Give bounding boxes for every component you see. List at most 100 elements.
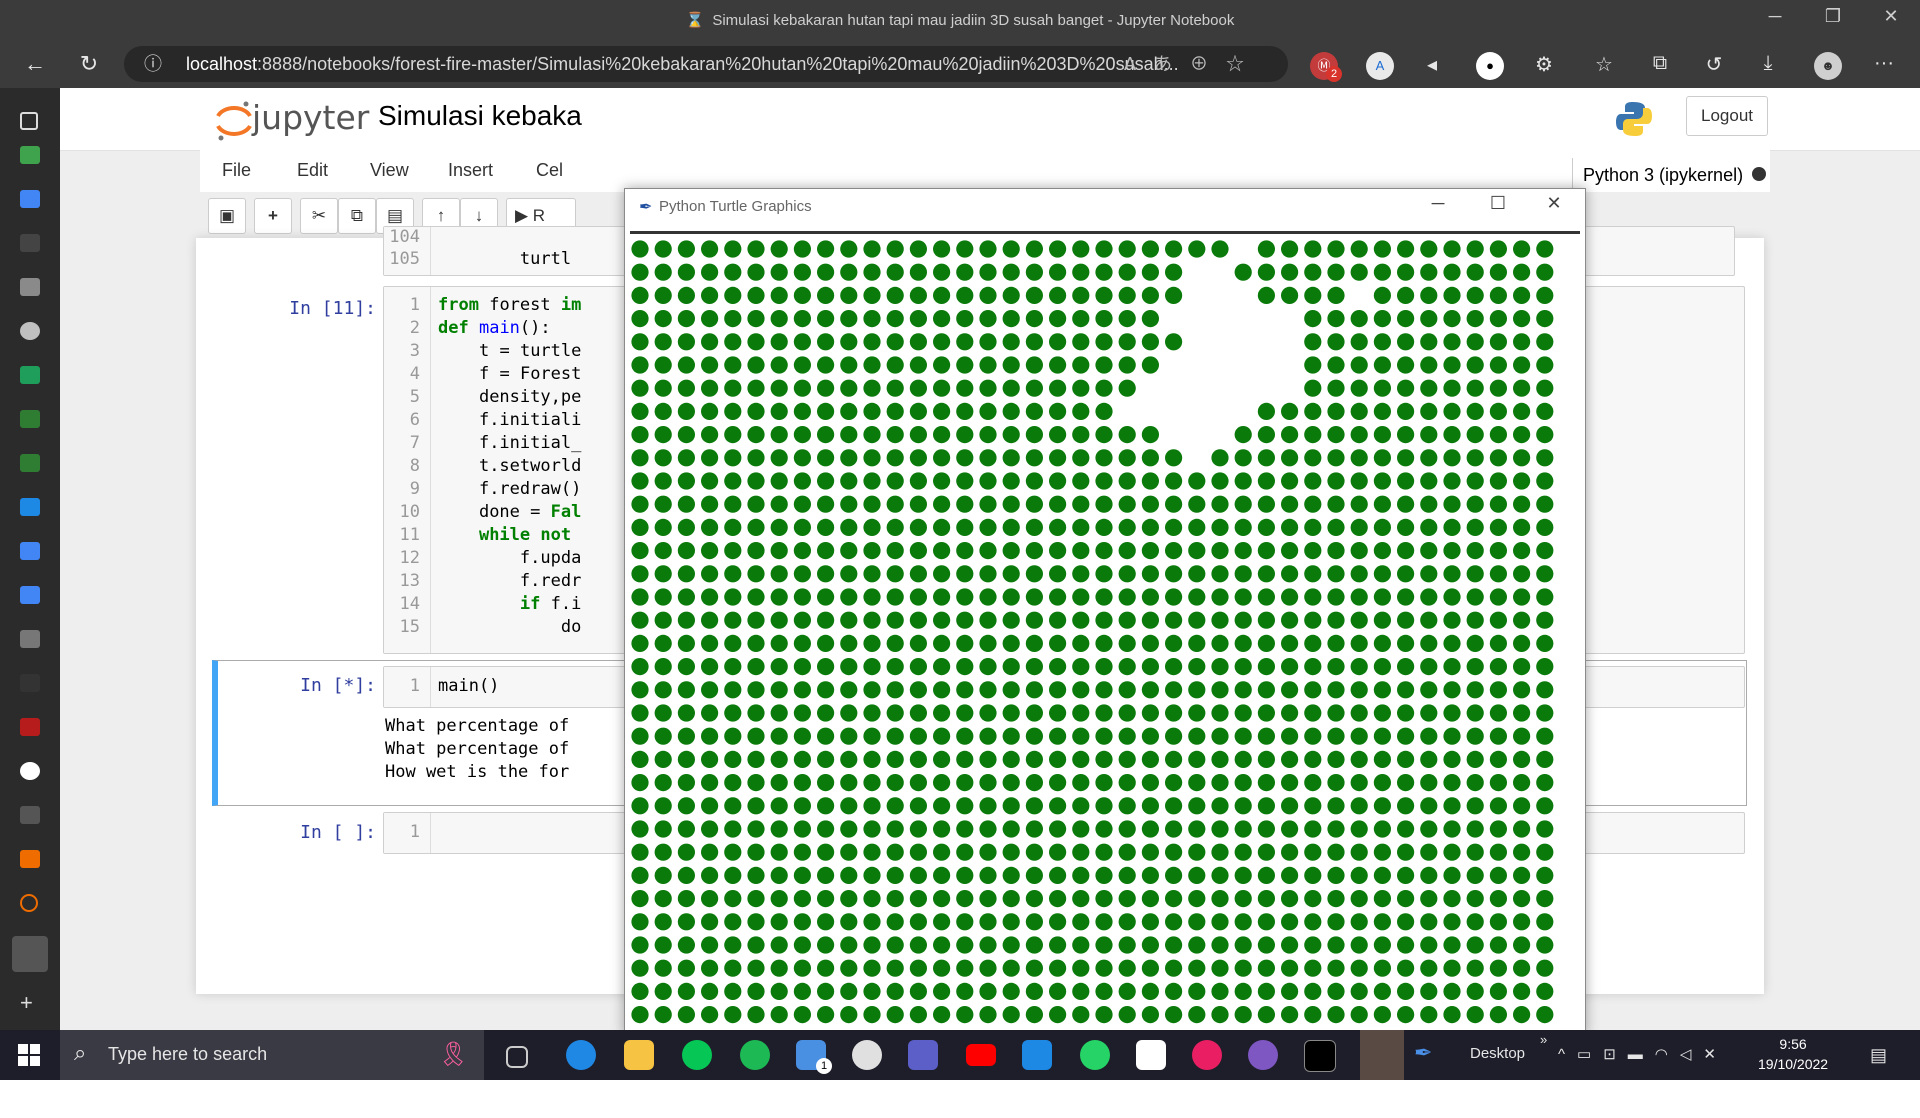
app-icon[interactable] <box>1136 1040 1166 1070</box>
taskbar-search[interactable]: ⌕ Type here to search 🎗 <box>60 1030 484 1080</box>
tool-icon[interactable] <box>20 630 40 648</box>
tree-cell <box>1234 913 1252 931</box>
google-icon[interactable] <box>20 762 40 780</box>
back-icon[interactable]: ← <box>18 48 52 80</box>
pdf-icon[interactable] <box>20 718 40 736</box>
turtle-close-button[interactable]: ✕ <box>1531 193 1577 214</box>
feather-task-icon[interactable]: ✒ <box>1414 1040 1444 1070</box>
app-icon[interactable] <box>20 674 40 692</box>
teams-icon[interactable] <box>908 1040 938 1070</box>
spotify-icon[interactable] <box>740 1040 770 1070</box>
line-icon[interactable] <box>682 1040 712 1070</box>
turtle-maximize-button[interactable]: ☐ <box>1475 193 1521 214</box>
drive-icon[interactable] <box>20 410 40 428</box>
turtle-minimize-button[interactable]: ─ <box>1415 193 1461 214</box>
notebook-title[interactable]: Simulasi kebaka <box>378 100 582 132</box>
chat-icon[interactable] <box>1248 1040 1278 1070</box>
app-icon[interactable] <box>852 1040 882 1070</box>
edge-icon[interactable] <box>566 1040 596 1070</box>
profile-avatar[interactable]: ☻ <box>1814 52 1842 80</box>
drive-icon[interactable] <box>20 454 40 472</box>
calendar-icon[interactable] <box>1022 1040 1052 1070</box>
url-text[interactable]: localhost:8888/notebooks/forest-fire-mas… <box>186 46 1186 82</box>
tree-cell <box>1466 820 1484 838</box>
task-view-icon[interactable] <box>506 1046 528 1068</box>
tree-cell <box>979 310 997 328</box>
tree-cell <box>1327 542 1345 560</box>
turtle-graphics-window[interactable]: ✒ Python Turtle Graphics ─ ☐ ✕ <box>624 188 1586 1036</box>
tree-cell <box>1327 634 1345 652</box>
windows-start-icon[interactable] <box>18 1044 40 1066</box>
address-bar[interactable]: ⓘ localhost:8888/notebooks/forest-fire-m… <box>124 46 1288 82</box>
vue-icon[interactable] <box>20 366 40 384</box>
tree-cell <box>1118 356 1136 374</box>
chevron-icon[interactable]: » <box>1540 1032 1547 1047</box>
jupyter-task-icon[interactable] <box>1360 1030 1404 1080</box>
menu-file[interactable]: File <box>222 160 251 181</box>
refresh-icon[interactable]: ↻ <box>72 48 106 80</box>
logout-button[interactable]: Logout <box>1686 96 1768 136</box>
more-menu-icon[interactable]: ··· <box>1870 52 1898 75</box>
whatsapp-icon[interactable] <box>1080 1040 1110 1070</box>
youtube-icon[interactable] <box>966 1044 996 1066</box>
translate-extension-icon[interactable]: A <box>1366 52 1394 80</box>
drive-icon[interactable] <box>20 146 40 164</box>
docs-icon[interactable] <box>20 586 40 604</box>
desktop-toolbar-label[interactable]: Desktop <box>1470 1045 1525 1062</box>
drive-icon[interactable] <box>20 498 40 516</box>
tabs-icon[interactable] <box>20 112 38 130</box>
history-icon[interactable]: ↺ <box>1700 52 1728 77</box>
terminal-icon[interactable] <box>1304 1040 1336 1072</box>
app-icon[interactable] <box>20 850 40 868</box>
minimize-button[interactable]: ─ <box>1752 6 1798 27</box>
download-icon[interactable]: ⤓ <box>1754 52 1782 75</box>
app-icon[interactable] <box>20 234 40 252</box>
tree-cell <box>1443 263 1461 281</box>
tree-cell <box>863 542 881 560</box>
address-bar-actions[interactable]: Aあ⊕☆ <box>1124 46 1262 82</box>
close-window-button[interactable]: ✕ <box>1868 6 1914 27</box>
tree-cell <box>1188 704 1206 722</box>
image-icon[interactable] <box>20 278 40 296</box>
docs-icon[interactable] <box>20 542 40 560</box>
collections-icon[interactable]: ⧉ <box>1646 52 1674 75</box>
turtle-canvas[interactable] <box>630 231 1580 1034</box>
tree-cell <box>1304 936 1322 954</box>
system-tray-icons[interactable]: ^▭⊡▬◠◁✕ <box>1558 1045 1728 1063</box>
jupyter-logo-text[interactable]: jupyter <box>252 98 369 137</box>
maximize-button[interactable]: ❐ <box>1810 6 1856 27</box>
tree-cell <box>1420 750 1438 769</box>
jupyter-icon[interactable] <box>20 894 38 912</box>
kernel-indicator[interactable]: Python 3 (ipykernel) <box>1572 158 1743 192</box>
clock[interactable]: 9:56 19/10/2022 <box>1758 1034 1828 1074</box>
tree-cell <box>1397 866 1415 885</box>
puzzle-icon[interactable]: ⚙ <box>1530 52 1558 77</box>
file-explorer-icon[interactable] <box>624 1040 654 1070</box>
menu-cell[interactable]: Cel <box>536 160 563 181</box>
menu-edit[interactable]: Edit <box>297 160 328 181</box>
tree-cell <box>840 774 858 792</box>
speaker-icon[interactable]: ◂ <box>1418 52 1446 77</box>
active-tab-icon[interactable] <box>12 936 48 972</box>
tree-cell <box>654 379 672 397</box>
menu-insert[interactable]: Insert <box>448 160 493 181</box>
add-icon[interactable]: + <box>20 992 40 1014</box>
slack-icon[interactable] <box>1192 1040 1222 1070</box>
tree-cell <box>1420 913 1438 931</box>
notification-icon[interactable]: ▤ <box>1870 1045 1887 1066</box>
tree-cell <box>909 426 927 444</box>
favorites-icon[interactable]: ☆ <box>1590 52 1618 77</box>
tree-cell <box>1281 495 1299 513</box>
c-icon[interactable] <box>20 806 40 824</box>
tree-cell <box>1049 727 1067 745</box>
tree-cell <box>1489 959 1507 977</box>
tree-cell <box>886 495 904 513</box>
ghost-extension-icon[interactable]: ● <box>1476 52 1504 80</box>
info-icon[interactable]: ⓘ <box>144 46 162 82</box>
tree-cell <box>1420 240 1438 258</box>
docs-icon[interactable] <box>20 190 40 208</box>
jupyter-logo-icon[interactable] <box>212 98 256 142</box>
chrome-icon[interactable] <box>20 322 40 340</box>
tree-cell <box>1002 774 1020 792</box>
menu-view[interactable]: View <box>370 160 409 181</box>
